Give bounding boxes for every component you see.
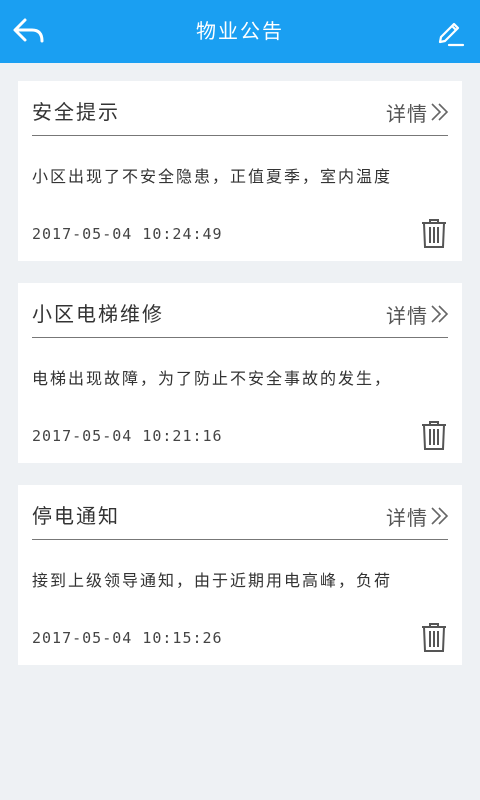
double-chevron-right-icon (431, 103, 449, 121)
notice-card[interactable]: 停电通知 详情 接到上级领导通知，由于近期用电高峰，负荷 2017-05-04 … (18, 485, 462, 665)
notice-list: 安全提示 详情 小区出现了不安全隐患，正值夏季，室内温度 2017-05-04 … (18, 81, 462, 687)
page-title: 物业公告 (196, 19, 284, 43)
notice-time: 2017-05-04 10:15:26 (32, 629, 223, 647)
divider (32, 135, 448, 136)
delete-button[interactable] (420, 621, 448, 653)
trash-icon (422, 623, 446, 652)
trash-icon (422, 219, 446, 248)
app-header: 物业公告 (0, 0, 480, 63)
notice-summary: 电梯出现故障，为了防止不安全事故的发生， (32, 369, 393, 388)
notice-title: 小区电梯维修 (32, 302, 164, 326)
detail-link[interactable]: 详情 (386, 95, 450, 129)
notice-title: 停电通知 (32, 504, 120, 528)
notice-card[interactable]: 小区电梯维修 详情 电梯出现故障，为了防止不安全事故的发生， 2017-05-0… (18, 283, 462, 463)
notice-title: 安全提示 (32, 100, 120, 124)
detail-link[interactable]: 详情 (386, 499, 450, 533)
notice-summary: 小区出现了不安全隐患，正值夏季，室内温度 (32, 167, 393, 186)
detail-link[interactable]: 详情 (386, 297, 450, 331)
detail-label: 详情 (386, 505, 428, 530)
edit-button[interactable] (432, 14, 468, 50)
notice-time: 2017-05-04 10:24:49 (32, 225, 223, 243)
double-chevron-right-icon (431, 305, 449, 323)
detail-label: 详情 (386, 303, 428, 328)
pencil-edit-icon (438, 22, 465, 47)
delete-button[interactable] (420, 419, 448, 451)
notice-card[interactable]: 安全提示 详情 小区出现了不安全隐患，正值夏季，室内温度 2017-05-04 … (18, 81, 462, 261)
trash-icon (422, 421, 446, 450)
notice-time: 2017-05-04 10:21:16 (32, 427, 223, 445)
detail-label: 详情 (386, 101, 428, 126)
notice-summary: 接到上级领导通知，由于近期用电高峰，负荷 (32, 571, 393, 590)
divider (32, 337, 448, 338)
divider (32, 539, 448, 540)
delete-button[interactable] (420, 217, 448, 249)
double-chevron-right-icon (431, 507, 449, 525)
